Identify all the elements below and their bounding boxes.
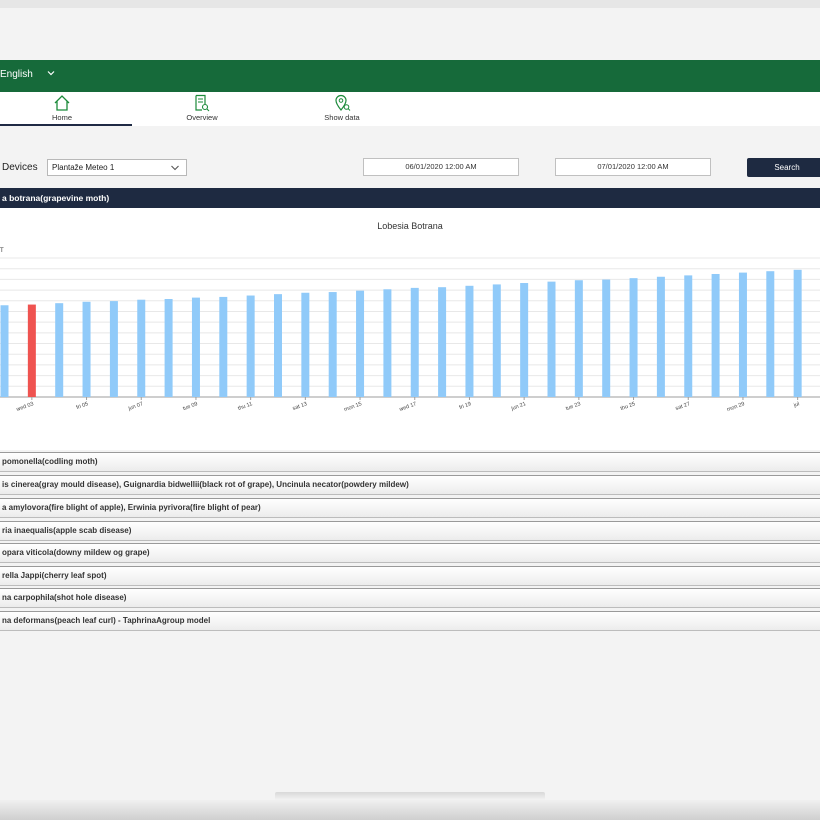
bar[interactable] <box>410 287 419 397</box>
bar[interactable] <box>547 281 556 397</box>
bar[interactable] <box>82 301 91 397</box>
date-to-input[interactable]: 07/01/2020 12:00 AM <box>555 158 711 176</box>
x-tick-label: mon 29 <box>726 401 745 413</box>
x-tick-label: sat 27 <box>675 401 691 412</box>
main-nav: Home Overview Show data <box>0 92 820 126</box>
x-tick-label: tue 23 <box>565 401 581 412</box>
device-select-value: Plantaže Meteo 1 <box>52 163 115 172</box>
bar[interactable] <box>219 296 228 397</box>
bar[interactable] <box>191 297 200 397</box>
bar[interactable] <box>246 295 255 397</box>
nav-show-data-label: Show data <box>324 113 360 122</box>
accordion-item[interactable]: ria inaequalis(apple scab disease) <box>0 521 820 541</box>
accordion-item[interactable]: rella Jappi(cherry leaf spot) <box>0 566 820 586</box>
bar-highlight[interactable] <box>27 304 36 397</box>
bar[interactable] <box>328 292 337 397</box>
x-tick-label: wed 03 <box>15 401 35 413</box>
chart-panel: Lobesia Botrana T wed 03 fri 05 jun 07 tue … <box>0 208 820 450</box>
bar[interactable] <box>465 285 474 397</box>
bar[interactable] <box>766 271 775 397</box>
x-tick-label: jun 07 <box>127 401 144 412</box>
bar[interactable] <box>684 275 693 397</box>
nav-home-label: Home <box>51 113 72 122</box>
nav-overview[interactable]: Overview <box>162 94 242 122</box>
bar[interactable] <box>383 289 392 397</box>
device-select[interactable]: Plantaže Meteo 1 <box>47 159 187 176</box>
bar[interactable] <box>109 301 118 397</box>
chevron-down-icon[interactable] <box>46 68 56 78</box>
accordion-item[interactable]: a amylovora(fire blight of apple), Erwin… <box>0 498 820 518</box>
bar[interactable] <box>0 305 9 397</box>
bar[interactable] <box>137 299 146 397</box>
bar[interactable] <box>520 283 529 397</box>
home-icon <box>54 95 70 111</box>
bar[interactable] <box>356 290 365 397</box>
bar[interactable] <box>793 269 802 397</box>
accordion-item[interactable]: na carpophila(shot hole disease) <box>0 588 820 608</box>
bar[interactable] <box>574 280 583 397</box>
nav-show-data[interactable]: Show data <box>302 94 382 122</box>
accordion-item[interactable]: pomonella(codling moth) <box>0 452 820 472</box>
section-header-active[interactable]: a botrana(grapevine moth) <box>0 188 820 208</box>
top-bar: English <box>0 60 820 92</box>
x-tick-label: wed 17 <box>398 401 418 413</box>
x-tick-label: thu 11 <box>237 401 253 412</box>
bar[interactable] <box>55 303 64 397</box>
window-bottom-bezel <box>0 800 820 820</box>
accordion-item[interactable]: opara viticola(downy mildew og grape) <box>0 543 820 563</box>
chevron-down-icon <box>171 165 179 171</box>
bar[interactable] <box>602 279 611 397</box>
search-button[interactable]: Search <box>747 158 820 177</box>
bar[interactable] <box>738 272 747 397</box>
bar[interactable] <box>274 294 282 397</box>
x-tick-label: mon 15 <box>343 401 362 413</box>
bar[interactable] <box>711 273 720 397</box>
bar[interactable] <box>438 287 447 397</box>
nav-home[interactable]: Home <box>22 94 102 122</box>
map-pin-search-icon <box>335 94 351 111</box>
x-tick-label: fri 19 <box>459 401 473 411</box>
bar[interactable] <box>492 284 501 397</box>
nav-overview-label: Overview <box>186 113 218 122</box>
x-tick-label: fri 05 <box>76 401 90 411</box>
x-tick-label: thu 25 <box>620 401 636 412</box>
accordion-item[interactable]: na deformans(peach leaf curl) - Taphrina… <box>0 611 820 631</box>
language-selector-label[interactable]: English <box>0 69 33 80</box>
chart-plot: wed 03 fri 05 jun 07 tue 09 thu 11 sat 13 mon … <box>0 257 820 413</box>
x-tick-label: sat 13 <box>292 401 308 412</box>
bar[interactable] <box>629 278 638 397</box>
bar[interactable] <box>656 276 665 397</box>
x-tick-label: tue 09 <box>182 401 198 412</box>
date-from-input[interactable]: 06/01/2020 12:00 AM <box>363 158 519 176</box>
bar[interactable] <box>301 292 310 397</box>
x-tick-label: jun 21 <box>510 401 527 412</box>
devices-label: Devices <box>2 162 38 173</box>
window-top-frame <box>0 0 820 8</box>
active-tab-indicator <box>0 124 132 126</box>
document-search-icon <box>195 94 210 112</box>
x-tick-label: jul <box>792 401 800 409</box>
bar[interactable] <box>164 299 173 397</box>
accordion-item[interactable]: is cinerea(gray mould disease), Guignard… <box>0 475 820 495</box>
